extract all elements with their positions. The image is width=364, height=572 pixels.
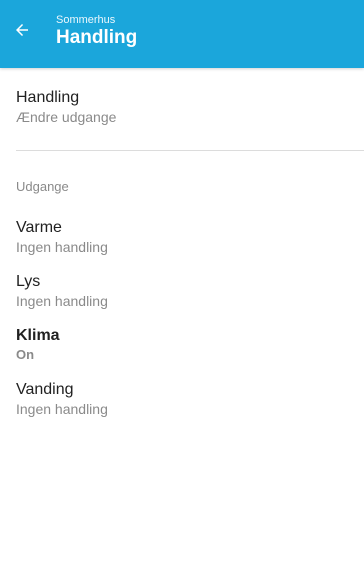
output-name: Lys bbox=[16, 273, 41, 290]
action-value: Ændre udgange bbox=[16, 109, 117, 125]
app-bar-title: Handling bbox=[56, 27, 138, 48]
action-setting[interactable]: Handling Ændre udgange bbox=[16, 88, 364, 126]
output-name: Vanding bbox=[16, 381, 74, 398]
output-status: Ingen handling bbox=[16, 239, 108, 255]
outputs-header: Udgange bbox=[16, 179, 69, 194]
arrow-back-icon bbox=[13, 21, 31, 44]
title-block: Sommerhus Handling bbox=[56, 14, 137, 49]
output-item-varme[interactable]: Varme Ingen handling bbox=[0, 218, 364, 272]
output-status: Ingen handling bbox=[16, 293, 108, 309]
output-name: Klima bbox=[16, 327, 60, 344]
divider bbox=[16, 150, 364, 151]
action-label: Handling bbox=[16, 89, 80, 106]
output-name: Varme bbox=[16, 219, 62, 236]
output-status: Ingen handling bbox=[16, 401, 108, 417]
output-status: On bbox=[16, 347, 35, 362]
output-item-klima[interactable]: Klima On bbox=[0, 326, 364, 380]
outputs-list: Varme Ingen handling Lys Ingen handling … bbox=[0, 218, 364, 434]
output-item-lys[interactable]: Lys Ingen handling bbox=[0, 272, 364, 326]
back-button[interactable] bbox=[4, 14, 40, 50]
output-item-vanding[interactable]: Vanding Ingen handling bbox=[0, 380, 364, 434]
app-bar: Sommerhus Handling bbox=[0, 0, 364, 68]
app-bar-subtitle: Sommerhus bbox=[56, 14, 116, 26]
